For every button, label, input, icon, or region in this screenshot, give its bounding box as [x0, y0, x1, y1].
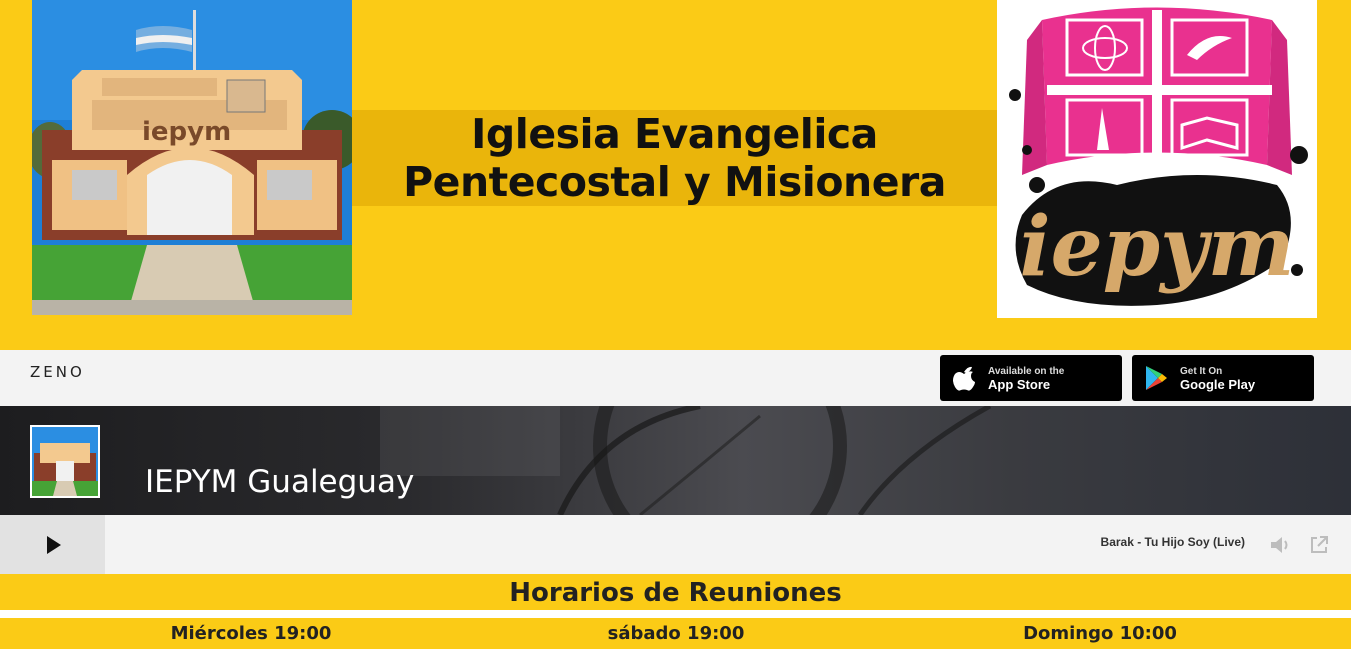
schedule-row: Miércoles 19:00 sábado 19:00 Domingo 10:… — [0, 618, 1351, 649]
logo-lettering: iepym — [1019, 199, 1294, 295]
player-controls: Barak - Tu Hijo Soy (Live) — [0, 515, 1351, 574]
zeno-logo[interactable]: ZENO — [30, 363, 85, 381]
photo-sign-text: iepym — [142, 117, 231, 147]
play-icon — [46, 535, 61, 554]
zeno-toolbar: ZENO Available on the App Store Get It O… — [0, 350, 1351, 406]
apple-icon — [940, 355, 988, 401]
divider — [0, 610, 1351, 618]
external-link-icon[interactable] — [1309, 535, 1329, 560]
google-play-button[interactable]: Get It On Google Play — [1132, 355, 1314, 401]
now-playing-track: Barak - Tu Hijo Soy (Live) — [1100, 535, 1245, 549]
station-thumbnail — [30, 425, 100, 498]
church-title-line-2: Pentecostal y Misionera — [403, 158, 946, 206]
schedule-slot-wednesday: Miércoles 19:00 — [170, 623, 332, 644]
app-store-label: App Store — [988, 377, 1051, 392]
header-banner: iepym Iglesia Evangelica Pentecostal y M… — [0, 0, 1351, 350]
church-title-line-1: Iglesia Evangelica — [471, 110, 878, 158]
schedule-title: Horarios de Reuniones — [0, 574, 1351, 611]
google-play-icon — [1132, 355, 1180, 401]
google-play-label: Google Play — [1180, 377, 1256, 392]
schedule-slot-saturday: sábado 19:00 — [607, 623, 745, 644]
volume-icon[interactable] — [1269, 535, 1293, 560]
station-banner: IEPYM Gualeguay — [0, 406, 1351, 515]
church-title-band: Iglesia Evangelica Pentecostal y Misione… — [352, 110, 997, 206]
app-store-button[interactable]: Available on the App Store — [940, 355, 1122, 401]
schedule-slot-sunday: Domingo 10:00 — [1023, 623, 1177, 644]
church-photo: iepym — [32, 0, 352, 315]
play-button[interactable] — [0, 515, 105, 574]
iepym-logo: iepym — [997, 0, 1317, 318]
station-name: IEPYM Gualeguay — [145, 464, 415, 500]
